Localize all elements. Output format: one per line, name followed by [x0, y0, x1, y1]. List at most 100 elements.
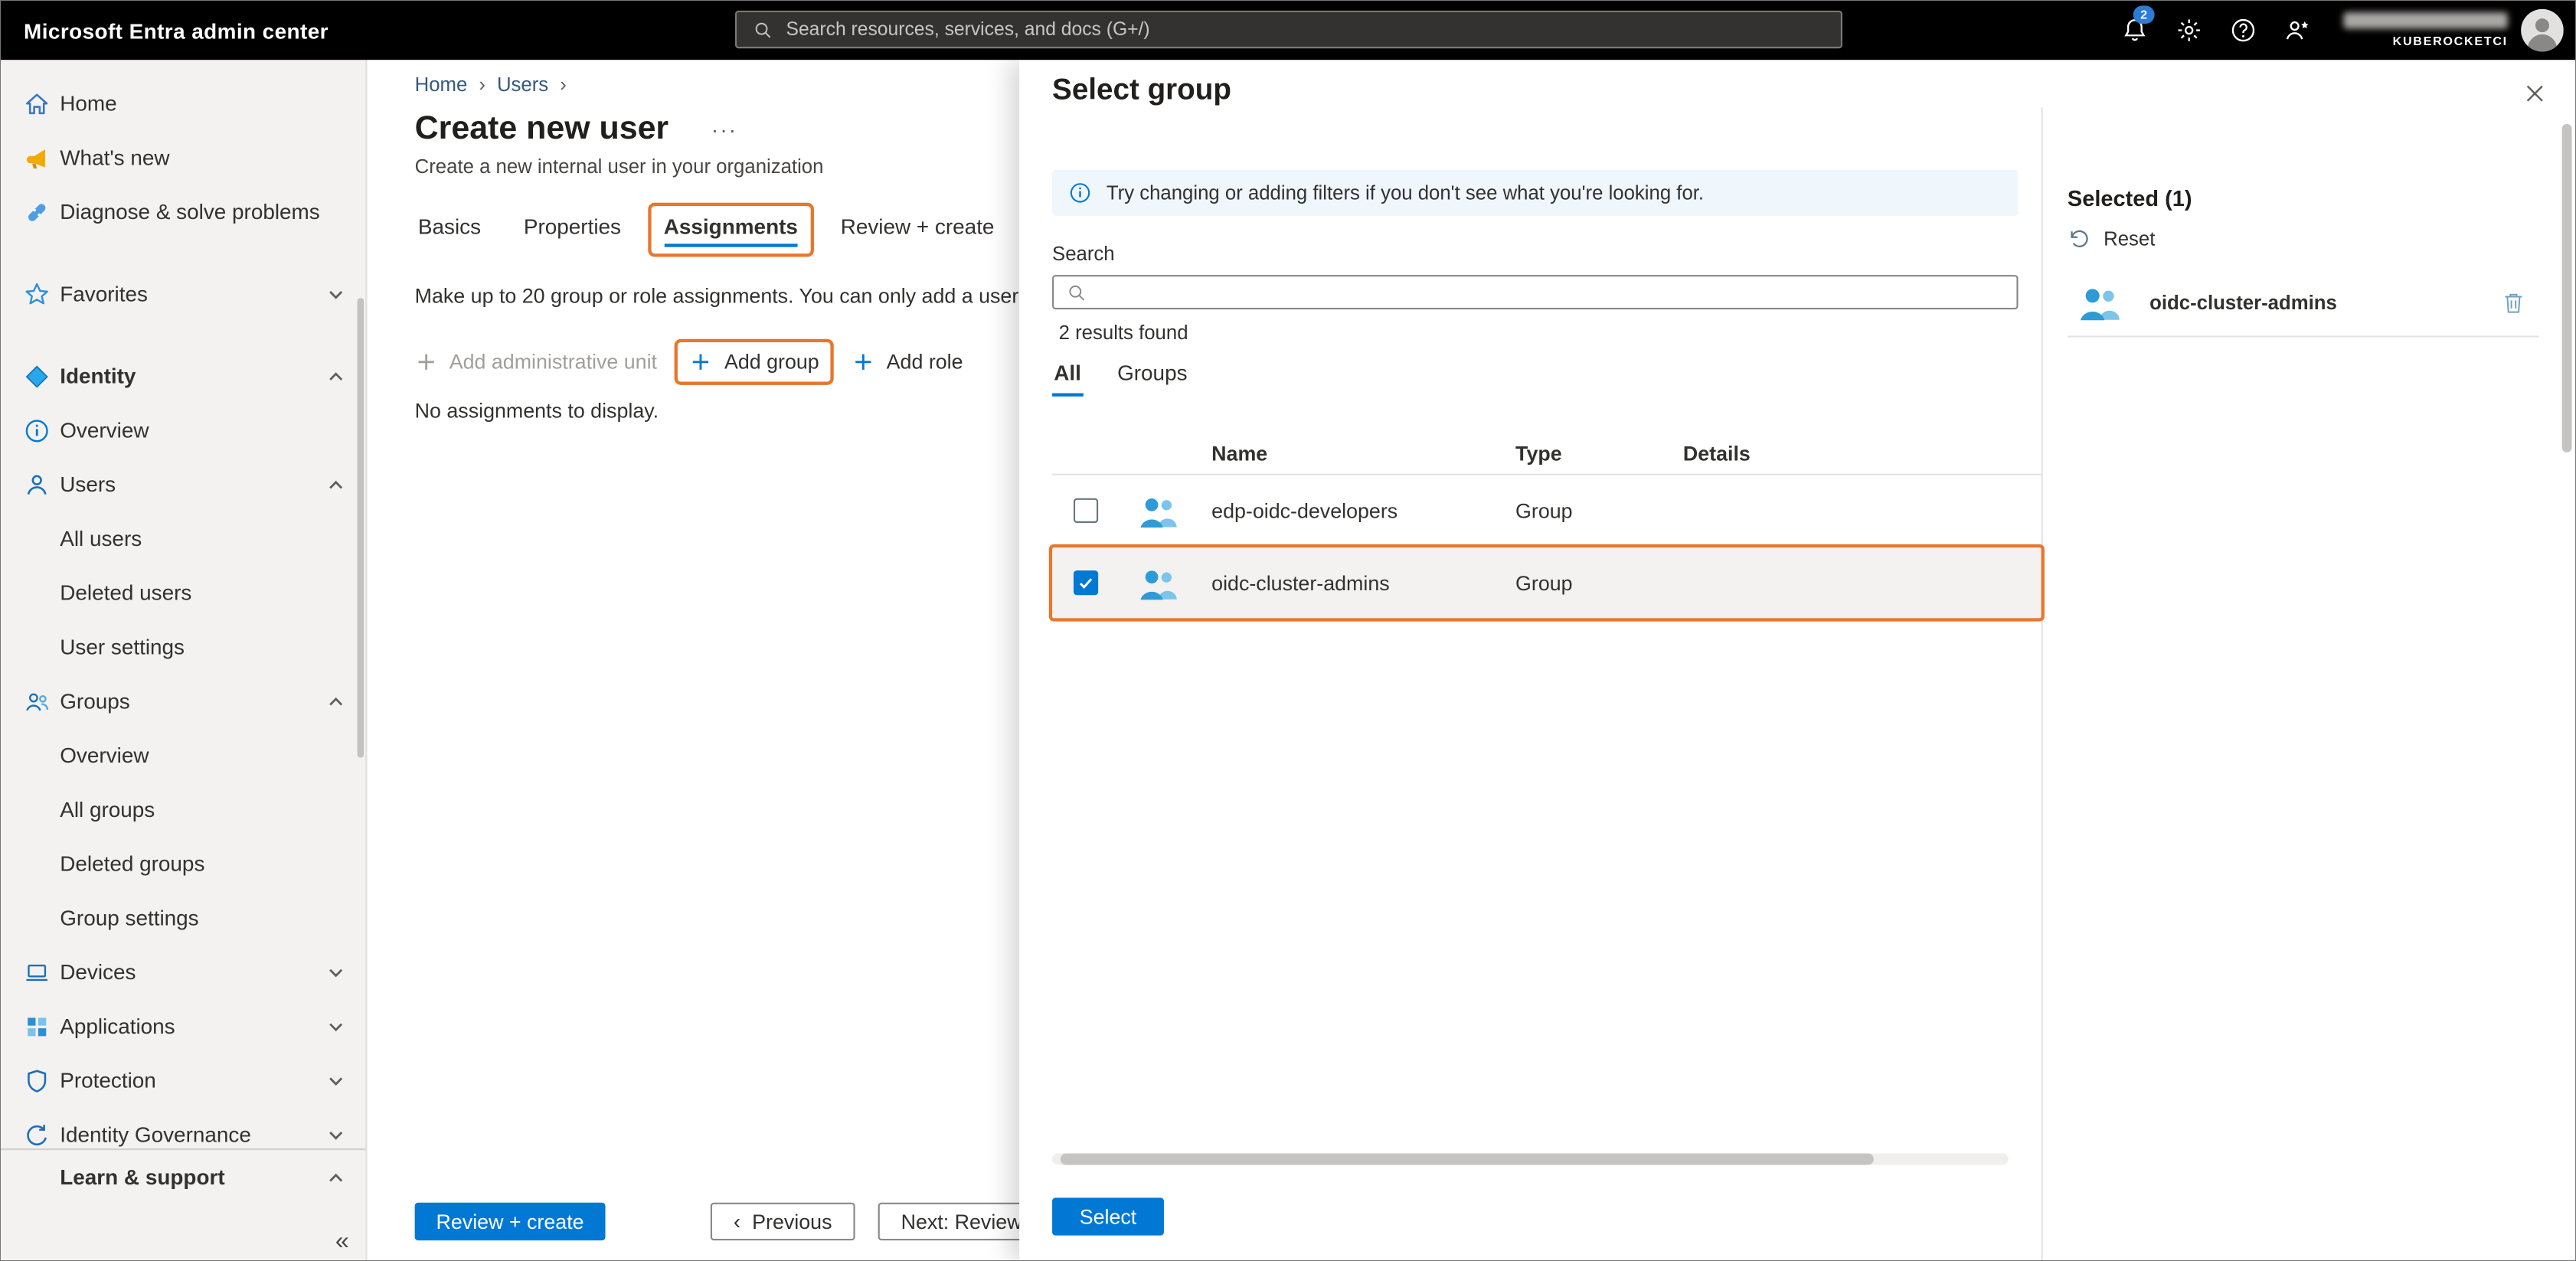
select-button[interactable]: Select	[1052, 1197, 1164, 1235]
toolbar-button-label: Add group	[724, 351, 819, 374]
column-header-name: Name	[1211, 442, 1515, 465]
sidebar-item-protection[interactable]: Protection	[1, 1054, 365, 1108]
devices-icon	[24, 959, 60, 985]
screen: Microsoft Entra admin center Search reso…	[0, 0, 2576, 1261]
table-row[interactable]: oidc-cluster-adminsGroup	[1052, 547, 2042, 619]
selected-panel: Selected (1) Reset oidc-cluster-admins	[2043, 107, 2576, 1261]
avatar[interactable]	[2521, 9, 2564, 52]
sidebar-collapse-button[interactable]: «	[335, 1227, 349, 1255]
horizontal-scrollbar[interactable]	[1052, 1153, 2009, 1165]
sidebar-item-deleted-groups[interactable]: Deleted groups	[1, 837, 365, 891]
sidebar-item-label: Applications	[60, 1014, 365, 1038]
feedback-icon	[2283, 17, 2310, 43]
sidebar-item-learn-support[interactable]: Learn & support	[1, 1150, 365, 1204]
chevron-up-icon	[326, 475, 346, 495]
horizontal-scrollbar-thumb[interactable]	[1061, 1153, 1874, 1165]
plus-icon	[415, 351, 438, 374]
sidebar-item-label: All groups	[60, 797, 365, 822]
sidebar-item-label: Home	[60, 91, 365, 116]
group-icon	[1138, 494, 1181, 527]
plus-icon	[852, 351, 875, 374]
reset-button[interactable]: Reset	[2068, 227, 2182, 250]
sidebar-item-label: All users	[60, 526, 365, 550]
identity-icon	[24, 363, 60, 389]
sidebar-item-devices[interactable]: Devices	[1, 945, 365, 999]
column-header-type: Type	[1515, 442, 1683, 465]
sidebar-item-overview[interactable]: Overview	[1, 728, 365, 782]
sidebar-scrollbar[interactable]	[358, 298, 364, 757]
info-icon	[1069, 181, 1092, 204]
sidebar-item-label: Identity Governance	[60, 1122, 365, 1147]
sidebar-item-groups[interactable]: Groups	[1, 674, 365, 728]
tab-review-create[interactable]: Review + create	[837, 207, 997, 252]
previous-button[interactable]: ‹ Previous	[711, 1203, 855, 1240]
trash-icon[interactable]	[2501, 289, 2525, 315]
tab-basics[interactable]: Basics	[415, 207, 485, 252]
bell-button[interactable]: 2	[2107, 1, 2161, 60]
sidebar-item-all-users[interactable]: All users	[1, 511, 365, 566]
notification-badge: 2	[2133, 5, 2155, 24]
chevron-up-icon	[326, 692, 346, 712]
sidebar-item-what-s-new[interactable]: What's new	[1, 130, 365, 185]
search-label: Search	[1052, 242, 2042, 265]
group-search-input[interactable]	[1052, 275, 2018, 309]
sidebar-item-label: Deleted users	[60, 580, 365, 605]
vertical-scrollbar-thumb[interactable]	[2562, 124, 2572, 452]
sidebar-item-favorites[interactable]: Favorites	[1, 266, 365, 321]
checkbox[interactable]	[1074, 570, 1098, 595]
panel-tab-all[interactable]: All	[1052, 357, 1083, 396]
search-icon	[1067, 283, 1087, 302]
gear-button[interactable]	[2161, 1, 2215, 60]
sidebar-item-label: Favorites	[60, 282, 365, 306]
sidebar-footer: Learn & support «	[1, 1148, 365, 1261]
previous-button-label: Previous	[752, 1210, 832, 1233]
panel-body: Try changing or adding filters if you do…	[1019, 107, 2576, 1261]
sidebar-item-deleted-users[interactable]: Deleted users	[1, 566, 365, 620]
add-group-button[interactable]: Add group	[690, 351, 819, 374]
toolbar-button-label: Add administrative unit	[449, 351, 657, 374]
sidebar-item-identity[interactable]: Identity	[1, 349, 365, 403]
sidebar-item-user-settings[interactable]: User settings	[1, 619, 365, 674]
sidebar-list: Home What's new Diagnose & solve problems F…	[1, 60, 365, 1161]
tab-assignments[interactable]: Assignments	[660, 207, 801, 252]
table-row[interactable]: edp-oidc-developersGroup	[1052, 475, 2042, 547]
sidebar-item-label: Group settings	[60, 906, 365, 930]
table-header: NameTypeDetails	[1052, 433, 2042, 475]
sidebar-item-home[interactable]: Home	[1, 77, 365, 131]
topbar-right: 2 KUBEROCKETCI	[2107, 1, 2576, 60]
checkbox[interactable]	[1074, 498, 1098, 523]
info-banner-text: Try changing or adding filters if you do…	[1107, 181, 1704, 204]
global-search-input[interactable]: Search resources, services, and docs (G+…	[735, 11, 1842, 48]
selected-item-name: oidc-cluster-admins	[2149, 292, 2337, 315]
help-button[interactable]	[2215, 1, 2270, 60]
sidebar-item-applications[interactable]: Applications	[1, 999, 365, 1054]
diagnose-icon	[24, 198, 60, 224]
sidebar-item-label: Devices	[60, 959, 365, 984]
column-header-details: Details	[1683, 442, 2042, 465]
review-create-button[interactable]: Review + create	[415, 1203, 606, 1240]
breadcrumb-link-home[interactable]: Home	[415, 73, 468, 96]
selected-item: oidc-cluster-admins	[2068, 285, 2539, 338]
feedback-button[interactable]	[2270, 1, 2324, 60]
panel-main: Try changing or adding filters if you do…	[1019, 107, 2043, 1261]
sidebar-item-all-groups[interactable]: All groups	[1, 782, 365, 837]
more-options-button[interactable]: ···	[711, 117, 737, 142]
account-info[interactable]: KUBEROCKETCI	[2343, 12, 2508, 48]
panel-tab-groups[interactable]: Groups	[1116, 357, 1189, 396]
group-icon	[1138, 567, 1181, 599]
chevron-down-icon	[326, 1071, 346, 1091]
sidebar-item-overview[interactable]: Overview	[1, 403, 365, 457]
breadcrumb-link-users[interactable]: Users	[497, 73, 548, 96]
chevron-down-icon	[326, 1017, 346, 1037]
add-role-button[interactable]: Add role	[852, 351, 963, 374]
megaphone-icon	[24, 145, 60, 171]
sidebar-item-users[interactable]: Users	[1, 457, 365, 511]
sidebar-item-group-settings[interactable]: Group settings	[1, 890, 365, 945]
group-name: oidc-cluster-admins	[1211, 571, 1515, 594]
tab-properties[interactable]: Properties	[521, 207, 625, 252]
sidebar-item-label: Diagnose & solve problems	[60, 199, 365, 224]
close-icon[interactable]	[2522, 81, 2547, 106]
selected-title: Selected (1)	[2068, 186, 2576, 211]
breadcrumb-separator-icon: ›	[560, 73, 567, 96]
sidebar-item-diagnose-solve-problems[interactable]: Diagnose & solve problems	[1, 185, 365, 239]
